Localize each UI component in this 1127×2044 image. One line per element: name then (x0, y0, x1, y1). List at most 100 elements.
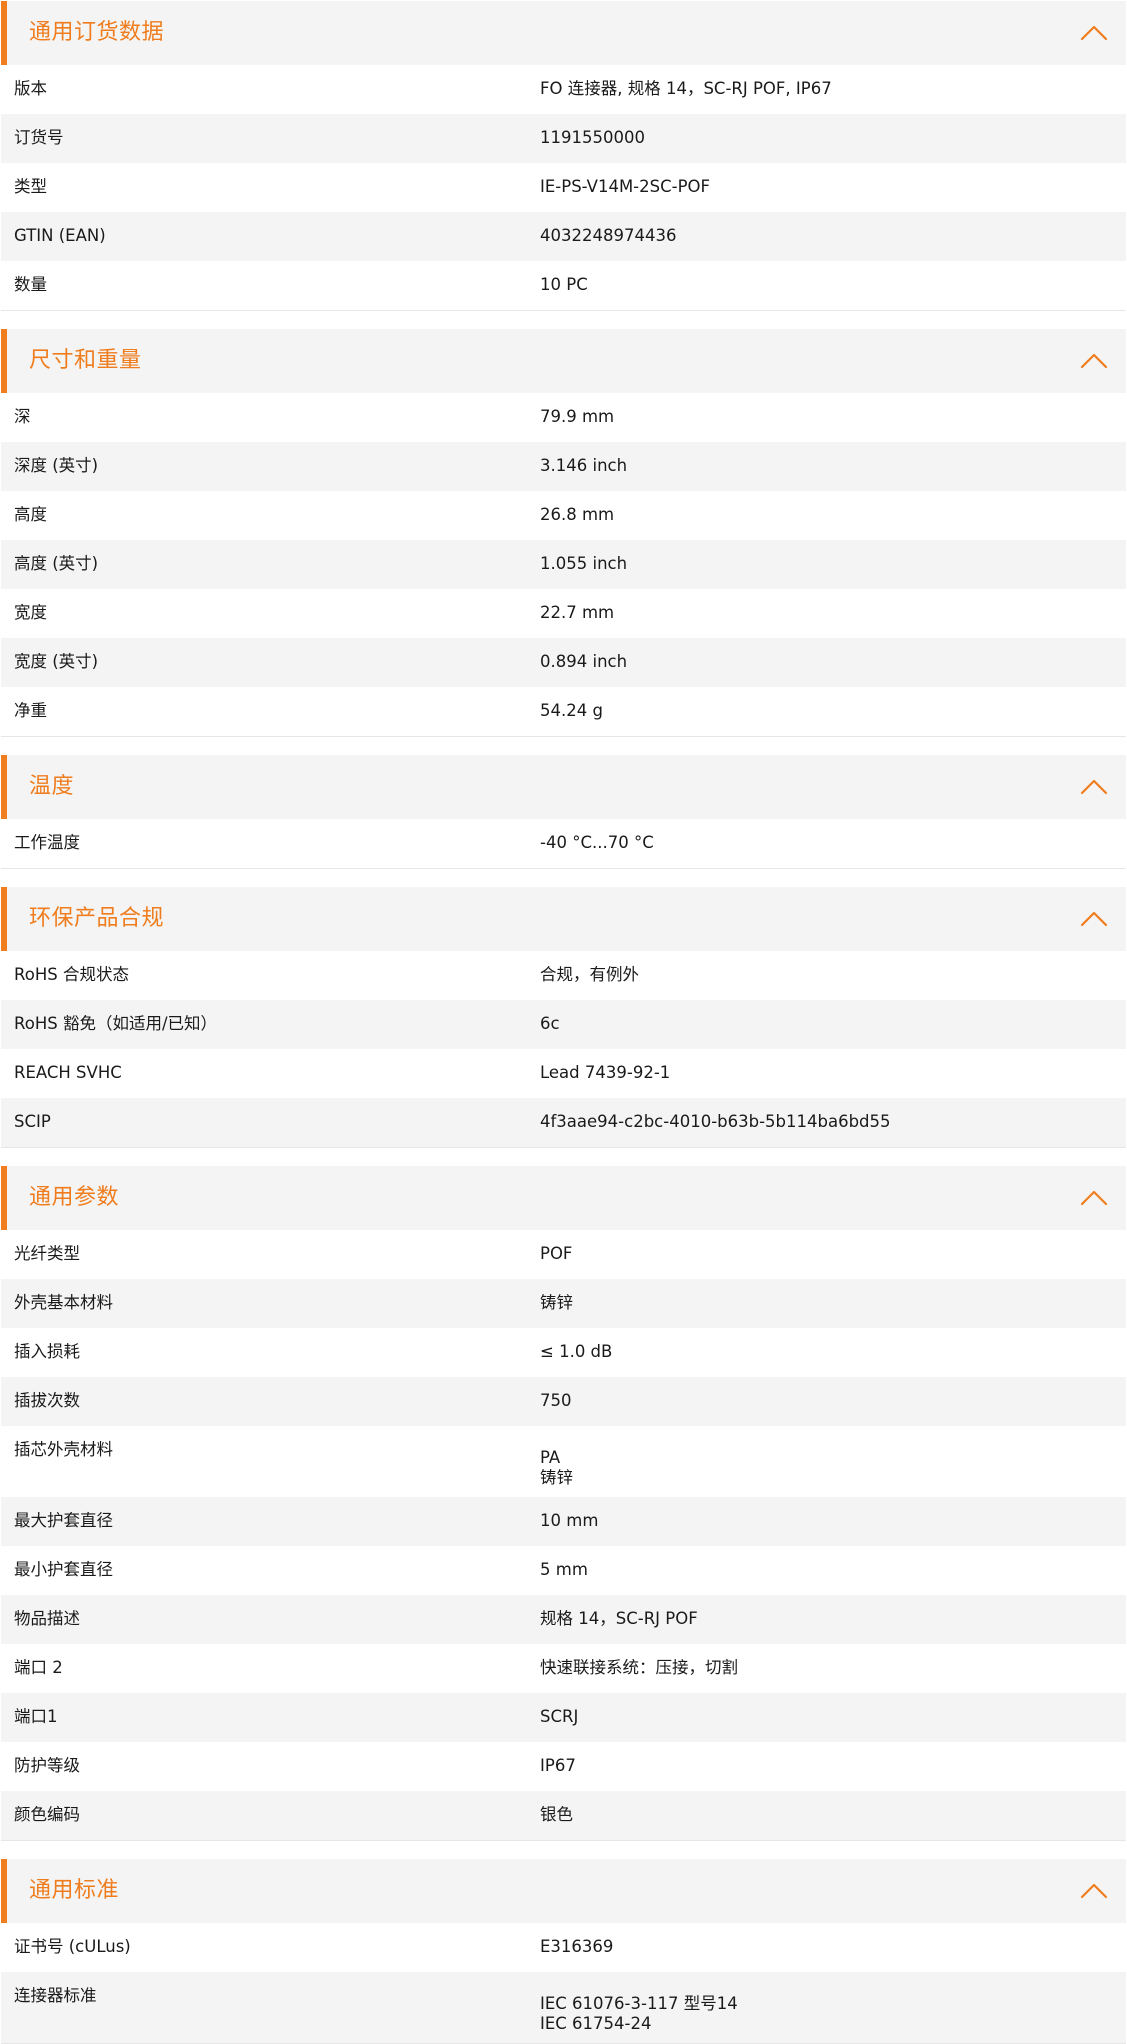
spec-value-line: 5 mm (540, 1560, 588, 1579)
spec-row: 宽度 (英寸) 0.894 inch (1, 638, 1126, 687)
spec-row: 高度 26.8 mm (1, 491, 1126, 540)
spec-row: 最小护套直径 5 mm (1, 1546, 1126, 1595)
spec-value: 4032248974436 (540, 212, 1126, 261)
spec-table: 光纤类型 POF 外壳基本材料 铸锌 插入损耗 ≤ 1.0 dB 插拔次数 750 插芯外壳材料… (1, 1230, 1126, 1840)
spec-value-line: 54.24 g (540, 701, 603, 720)
chevron-up-icon[interactable] (1080, 1881, 1108, 1899)
spec-row: RoHS 豁免（如适用/已知） 6c (1, 1000, 1126, 1049)
spec-label: 端口1 (14, 1707, 58, 1726)
spec-value-line: PA (540, 1448, 561, 1467)
spec-row: RoHS 合规状态 合规，有例外 (1, 951, 1126, 1000)
spec-value: 5 mm (540, 1546, 1126, 1595)
spec-label: 净重 (14, 701, 47, 720)
spec-value-line: FO 连接器, 规格 14，SC-RJ POF, IP67 (540, 79, 832, 98)
chevron-up-icon[interactable] (1080, 1188, 1108, 1206)
spec-value: PA 铸锌 (540, 1426, 1126, 1497)
spec-value: 4f3aae94-c2bc-4010-b63b-5b114ba6bd55 (540, 1098, 1126, 1147)
section-header-toggle[interactable]: 通用参数 (1, 1166, 1126, 1230)
section-header-toggle[interactable]: 通用标准 (1, 1859, 1126, 1923)
spec-value-line: 26.8 mm (540, 505, 615, 524)
spec-label: SCIP (14, 1112, 51, 1131)
spec-row: 端口1 SCRJ (1, 1693, 1126, 1742)
spec-value-line: E316369 (540, 1937, 614, 1956)
spec-row: 证书号 (cULus) E316369 (1, 1923, 1126, 1972)
spec-section: 通用参数 光纤类型 POF 外壳基本材料 铸锌 插入损耗 ≤ 1.0 dB 插拔次数 750 插芯… (1, 1166, 1126, 1841)
chevron-up-icon[interactable] (1080, 23, 1108, 41)
spec-row: 防护等级 IP67 (1, 1742, 1126, 1791)
spec-label: RoHS 豁免（如适用/已知） (14, 1014, 218, 1033)
spec-section: 通用标准 证书号 (cULus) E316369 连接器标准 IEC 61076-3-1… (1, 1859, 1126, 2044)
spec-value-line: POF (540, 1244, 573, 1263)
spec-row: 连接器标准 IEC 61076-3-117 型号14 IEC 61754-24 (1, 1972, 1126, 2043)
spec-value-line: IEC 61076-3-117 型号14 (540, 1994, 738, 2013)
spec-value-line: 铸锌 (540, 1468, 573, 1487)
spec-table: RoHS 合规状态 合规，有例外 RoHS 豁免（如适用/已知） 6c REACH SV… (1, 951, 1126, 1147)
spec-label: 宽度 (14, 603, 47, 622)
chevron-up-icon[interactable] (1080, 909, 1108, 927)
section-title: 环保产品合规 (29, 906, 165, 931)
section-header-toggle[interactable]: 通用订货数据 (1, 1, 1126, 65)
spec-row: GTIN (EAN) 4032248974436 (1, 212, 1126, 261)
spec-value-line: 3.146 inch (540, 456, 628, 475)
spec-label: 高度 (英寸) (14, 554, 99, 573)
spec-value-line: IE-PS-V14M-2SC-POF (540, 177, 711, 196)
spec-row: 订货号 1191550000 (1, 114, 1126, 163)
spec-table: 深 79.9 mm 深度 (英寸) 3.146 inch 高度 26.8 mm 高度 (英寸… (1, 393, 1126, 736)
spec-value-line: IEC 61754-24 (540, 2014, 652, 2033)
spec-row: 净重 54.24 g (1, 687, 1126, 736)
spec-row: 数量 10 PC (1, 261, 1126, 310)
spec-value-line: 10 PC (540, 275, 588, 294)
spec-row: 物品描述 规格 14，SC-RJ POF (1, 1595, 1126, 1644)
spec-value: 铸锌 (540, 1279, 1126, 1328)
spec-value-line: 1.055 inch (540, 554, 628, 573)
spec-value: POF (540, 1230, 1126, 1279)
spec-value-line: 10 mm (540, 1511, 599, 1530)
spec-label: 版本 (14, 79, 47, 98)
chevron-up-icon[interactable] (1080, 777, 1108, 795)
spec-value: 3.146 inch (540, 442, 1126, 491)
spec-row: 插入损耗 ≤ 1.0 dB (1, 1328, 1126, 1377)
spec-value: 6c (540, 1000, 1126, 1049)
section-header-toggle[interactable]: 环保产品合规 (1, 887, 1126, 951)
spec-table: 工作温度 -40 °C...70 °C (1, 819, 1126, 868)
spec-value: IE-PS-V14M-2SC-POF (540, 163, 1126, 212)
spec-value-line: SCRJ (540, 1707, 579, 1726)
spec-row: 工作温度 -40 °C...70 °C (1, 819, 1126, 868)
spec-label: 宽度 (英寸) (14, 652, 99, 671)
spec-row: 高度 (英寸) 1.055 inch (1, 540, 1126, 589)
spec-row: SCIP 4f3aae94-c2bc-4010-b63b-5b114ba6bd55 (1, 1098, 1126, 1147)
spec-value-line: 6c (540, 1014, 560, 1033)
spec-value: 银色 (540, 1791, 1126, 1840)
section-header-toggle[interactable]: 温度 (1, 755, 1126, 819)
section-header-toggle[interactable]: 尺寸和重量 (1, 329, 1126, 393)
spec-row: 插拔次数 750 (1, 1377, 1126, 1426)
spec-table: 证书号 (cULus) E316369 连接器标准 IEC 61076-3-117 型… (1, 1923, 1126, 2043)
spec-section: 尺寸和重量深 79.9 mm 深度 (英寸) 3.146 inch 高度 26.8 mm 高… (1, 329, 1126, 737)
spec-label: RoHS 合规状态 (14, 965, 129, 984)
chevron-up-icon[interactable] (1080, 351, 1108, 369)
spec-value: 合规，有例外 (540, 951, 1126, 1000)
spec-value: IP67 (540, 1742, 1126, 1791)
spec-label: 端口 2 (14, 1658, 63, 1677)
spec-value: 26.8 mm (540, 491, 1126, 540)
spec-label: 最小护套直径 (14, 1560, 113, 1579)
spec-section: 环保产品合规 RoHS 合规状态 合规，有例外 RoHS 豁免（如适用/已知） 6c RE… (1, 887, 1126, 1148)
spec-value: 10 mm (540, 1497, 1126, 1546)
spec-value: E316369 (540, 1923, 1126, 1972)
spec-value: 0.894 inch (540, 638, 1126, 687)
spec-value: SCRJ (540, 1693, 1126, 1742)
spec-label: GTIN (EAN) (14, 226, 106, 245)
spec-label: 深度 (英寸) (14, 456, 99, 475)
spec-table: 版本 FO 连接器, 规格 14，SC-RJ POF, IP67 订货号 119155… (1, 65, 1126, 310)
spec-row: 深度 (英寸) 3.146 inch (1, 442, 1126, 491)
spec-value-line: -40 °C...70 °C (540, 833, 654, 852)
section-title: 通用参数 (29, 1185, 120, 1210)
spec-row: 插芯外壳材料 PA 铸锌 (1, 1426, 1126, 1497)
spec-label: 插入损耗 (14, 1342, 80, 1361)
spec-label: 深 (14, 407, 31, 426)
spec-value-line: 22.7 mm (540, 603, 615, 622)
spec-value-line: 0.894 inch (540, 652, 628, 671)
spec-value-line: 750 (540, 1391, 572, 1410)
spec-label: 类型 (14, 177, 47, 196)
spec-label: 高度 (14, 505, 47, 524)
